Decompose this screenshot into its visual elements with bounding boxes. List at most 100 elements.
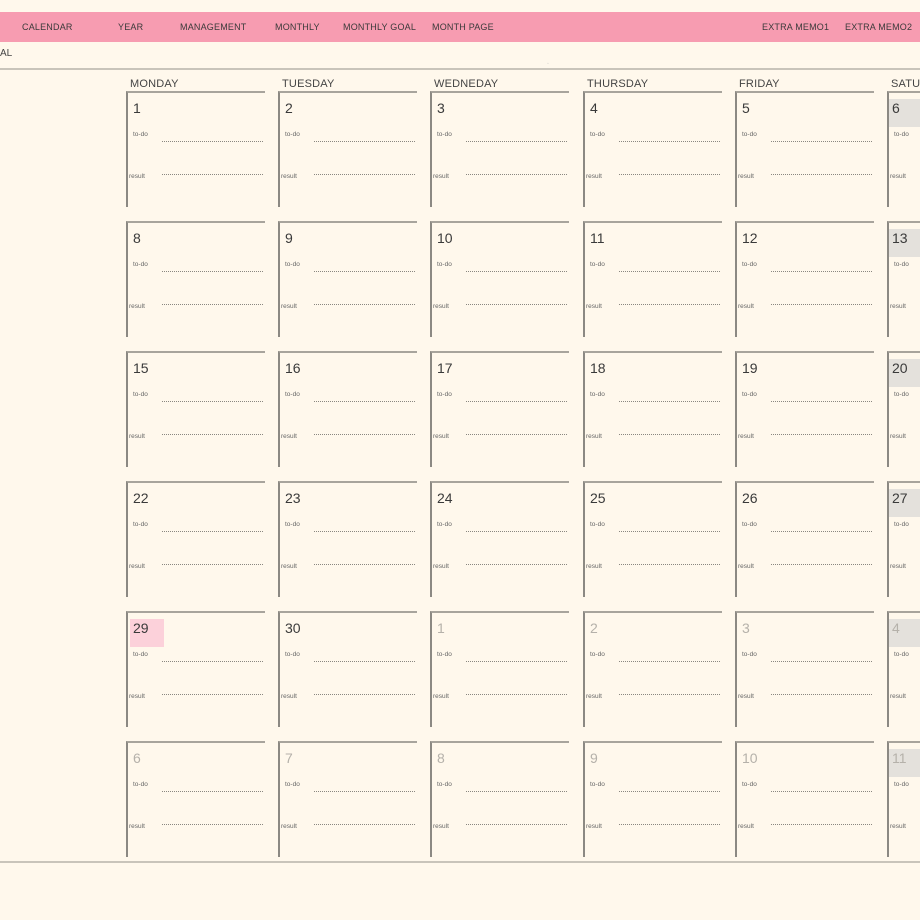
day-cell[interactable]: 9 to-do result [583, 741, 722, 857]
result-line[interactable] [619, 824, 720, 825]
todo-line[interactable] [466, 271, 567, 272]
todo-line[interactable] [466, 141, 567, 142]
result-line[interactable] [466, 304, 567, 305]
result-line[interactable] [466, 434, 567, 435]
day-cell[interactable]: 10 to-do result [430, 221, 569, 337]
todo-line[interactable] [466, 401, 567, 402]
todo-line[interactable] [314, 661, 415, 662]
day-cell[interactable]: 4 to-do result [583, 91, 722, 207]
day-cell[interactable]: 19 to-do result [735, 351, 874, 467]
day-cell[interactable]: 23 to-do result [278, 481, 417, 597]
todo-label: to-do [133, 131, 148, 138]
result-line[interactable] [466, 564, 567, 565]
day-cell[interactable]: 18 to-do result [583, 351, 722, 467]
day-cell[interactable]: 3 to-do result [430, 91, 569, 207]
todo-line[interactable] [162, 661, 263, 662]
day-cell[interactable]: 6 to-do result [126, 741, 265, 857]
day-cell[interactable]: 7 to-do result [278, 741, 417, 857]
day-cell[interactable]: 13 to-do result [887, 221, 920, 337]
todo-line[interactable] [162, 531, 263, 532]
result-line[interactable] [314, 694, 415, 695]
day-cell[interactable]: 8 to-do result [126, 221, 265, 337]
todo-line[interactable] [771, 531, 872, 532]
todo-line[interactable] [314, 271, 415, 272]
todo-line[interactable] [162, 401, 263, 402]
result-line[interactable] [771, 434, 872, 435]
result-line[interactable] [162, 304, 263, 305]
result-line[interactable] [771, 304, 872, 305]
result-line[interactable] [314, 824, 415, 825]
day-cell[interactable]: 24 to-do result [430, 481, 569, 597]
day-cell[interactable]: 27 to-do result [887, 481, 920, 597]
day-number: 2 [285, 100, 293, 116]
todo-line[interactable] [619, 791, 720, 792]
day-cell[interactable]: 26 to-do result [735, 481, 874, 597]
day-cell[interactable]: 10 to-do result [735, 741, 874, 857]
day-cell[interactable]: 17 to-do result [430, 351, 569, 467]
day-cell[interactable]: 5 to-do result [735, 91, 874, 207]
day-cell[interactable]: 1 to-do result [430, 611, 569, 727]
todo-label: to-do [590, 651, 605, 658]
result-line[interactable] [771, 694, 872, 695]
todo-line[interactable] [771, 271, 872, 272]
day-cell[interactable]: 20 to-do result [887, 351, 920, 467]
result-line[interactable] [162, 564, 263, 565]
result-line[interactable] [162, 694, 263, 695]
todo-label: to-do [742, 651, 757, 658]
day-cell[interactable]: 6 to-do result [887, 91, 920, 207]
todo-line[interactable] [771, 791, 872, 792]
todo-line[interactable] [619, 141, 720, 142]
result-line[interactable] [466, 174, 567, 175]
day-cell[interactable]: 4 to-do result [887, 611, 920, 727]
day-cell[interactable]: 30 to-do result [278, 611, 417, 727]
result-line[interactable] [314, 174, 415, 175]
result-line[interactable] [314, 564, 415, 565]
todo-line[interactable] [466, 791, 567, 792]
todo-line[interactable] [771, 141, 872, 142]
todo-line[interactable] [314, 531, 415, 532]
day-cell[interactable]: 25 to-do result [583, 481, 722, 597]
result-line[interactable] [619, 304, 720, 305]
todo-line[interactable] [162, 271, 263, 272]
day-cell[interactable]: 9 to-do result [278, 221, 417, 337]
result-line[interactable] [162, 824, 263, 825]
result-line[interactable] [771, 824, 872, 825]
day-cell[interactable]: 11 to-do result [583, 221, 722, 337]
day-cell[interactable]: 1 to-do result [126, 91, 265, 207]
result-line[interactable] [619, 434, 720, 435]
todo-line[interactable] [619, 401, 720, 402]
result-line[interactable] [771, 564, 872, 565]
todo-line[interactable] [771, 401, 872, 402]
day-cell[interactable]: 3 to-do result [735, 611, 874, 727]
day-cell[interactable]: 15 to-do result [126, 351, 265, 467]
result-line[interactable] [314, 304, 415, 305]
todo-line[interactable] [314, 791, 415, 792]
todo-line[interactable] [466, 531, 567, 532]
day-cell[interactable]: 2 to-do result [583, 611, 722, 727]
day-cell[interactable]: 2 to-do result [278, 91, 417, 207]
todo-line[interactable] [162, 791, 263, 792]
result-line[interactable] [314, 434, 415, 435]
result-line[interactable] [162, 434, 263, 435]
todo-line[interactable] [162, 141, 263, 142]
result-line[interactable] [162, 174, 263, 175]
todo-line[interactable] [466, 661, 567, 662]
day-cell[interactable]: 12 to-do result [735, 221, 874, 337]
result-line[interactable] [619, 174, 720, 175]
todo-line[interactable] [314, 141, 415, 142]
result-line[interactable] [771, 174, 872, 175]
todo-line[interactable] [619, 661, 720, 662]
todo-line[interactable] [619, 531, 720, 532]
day-cell[interactable]: 16 to-do result [278, 351, 417, 467]
result-line[interactable] [466, 824, 567, 825]
result-line[interactable] [619, 694, 720, 695]
result-line[interactable] [619, 564, 720, 565]
day-cell[interactable]: 11 to-do result [887, 741, 920, 857]
todo-line[interactable] [619, 271, 720, 272]
day-cell[interactable]: 22 to-do result [126, 481, 265, 597]
todo-line[interactable] [771, 661, 872, 662]
day-cell[interactable]: 29 to-do result [126, 611, 265, 727]
result-line[interactable] [466, 694, 567, 695]
todo-line[interactable] [314, 401, 415, 402]
day-cell[interactable]: 8 to-do result [430, 741, 569, 857]
